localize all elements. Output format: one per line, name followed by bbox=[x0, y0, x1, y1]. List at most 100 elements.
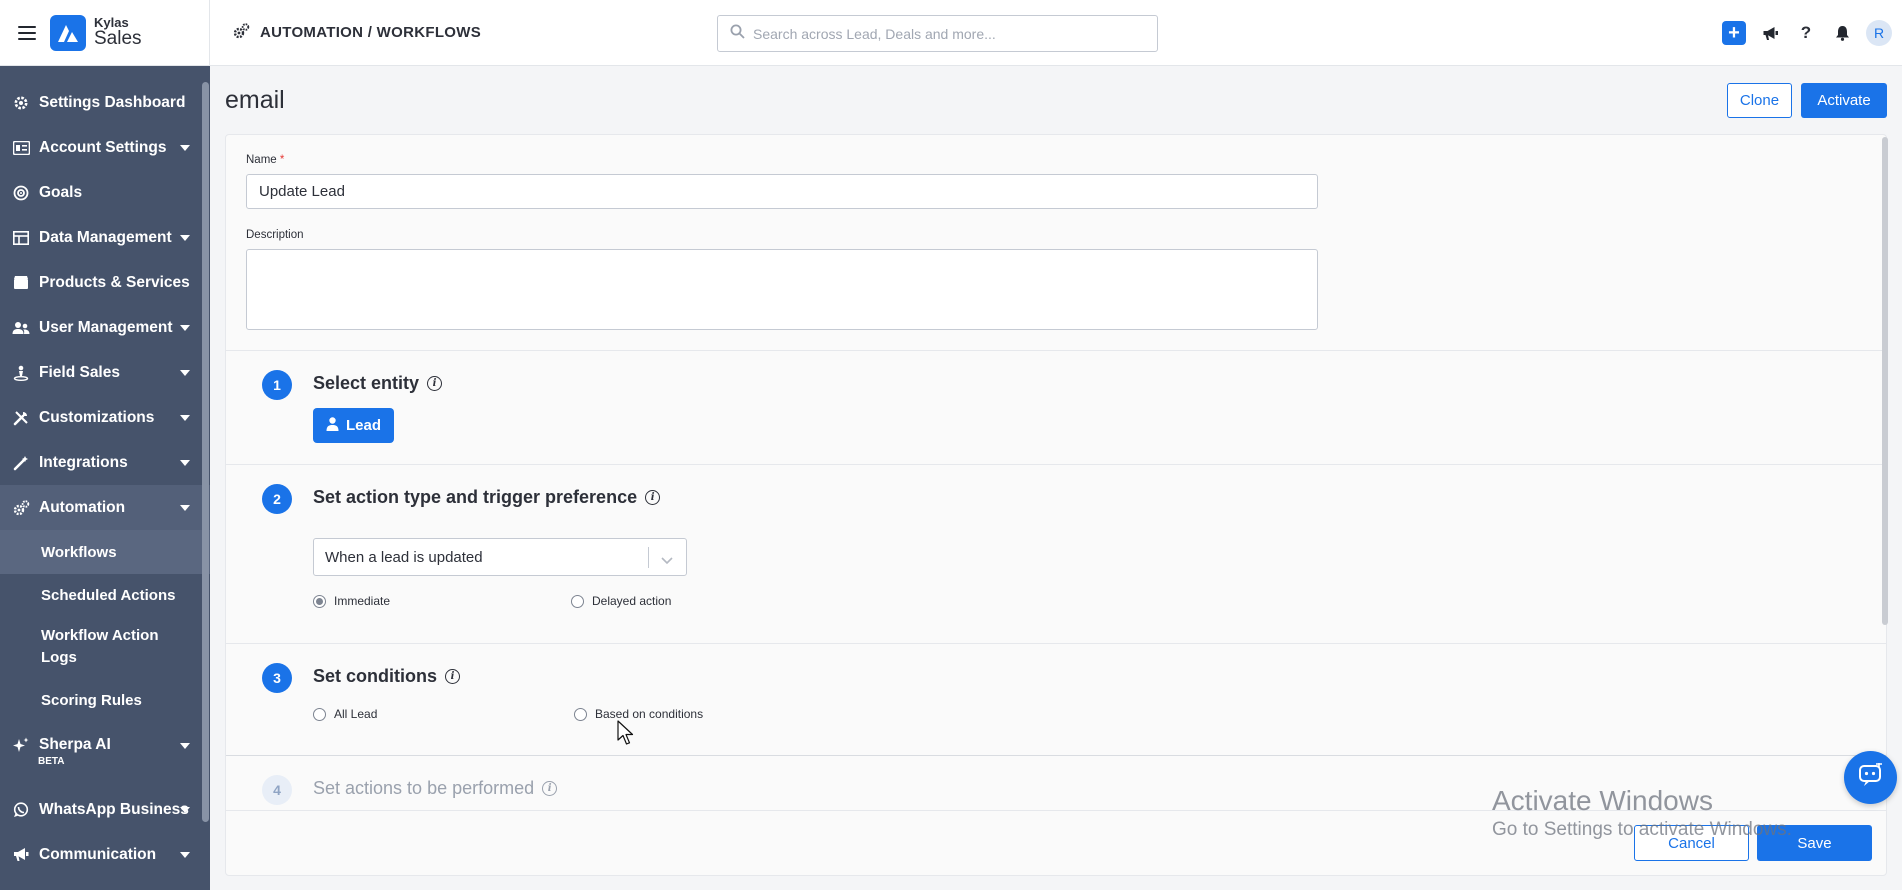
sidebar-item-settings-dashboard[interactable]: Settings Dashboard bbox=[0, 80, 210, 125]
required-mark: * bbox=[279, 154, 285, 166]
sidebar-item-communication[interactable]: Communication bbox=[0, 832, 210, 877]
global-search[interactable] bbox=[717, 15, 1158, 52]
step-3-number: 3 bbox=[262, 663, 292, 693]
section-divider bbox=[226, 810, 1886, 811]
tools-icon bbox=[12, 409, 30, 427]
sparkle-icon bbox=[12, 736, 30, 754]
sidebar-item-label: WhatsApp Business bbox=[39, 800, 189, 818]
sidebar-scrollbar[interactable] bbox=[202, 82, 209, 822]
sidebar-subitem-scoring-rules[interactable]: Scoring Rules bbox=[0, 678, 210, 722]
sidebar-item-field-sales[interactable]: Field Sales bbox=[0, 350, 210, 395]
location-icon bbox=[12, 364, 30, 382]
brand-header: Kylas Sales bbox=[0, 0, 210, 66]
info-icon[interactable]: i bbox=[542, 781, 558, 796]
sidebar-subitem-label: Workflow Action Logs bbox=[41, 627, 159, 666]
cancel-button[interactable]: Cancel bbox=[1634, 825, 1749, 861]
users-icon bbox=[12, 319, 30, 337]
radio-indicator bbox=[313, 594, 326, 608]
trigger-select[interactable]: When a lead is updated bbox=[313, 538, 687, 576]
table-icon bbox=[12, 229, 30, 247]
chat-support-button[interactable] bbox=[1844, 751, 1897, 804]
entity-lead-button[interactable]: Lead bbox=[313, 408, 394, 443]
immediate-radio[interactable]: Immediate bbox=[313, 594, 390, 608]
help-icon[interactable]: ? bbox=[1794, 21, 1818, 45]
activate-button[interactable]: Activate bbox=[1801, 83, 1887, 118]
step-4-number: 4 bbox=[262, 775, 292, 805]
breadcrumb: AUTOMATION / WORKFLOWS bbox=[233, 22, 482, 43]
avatar[interactable]: R bbox=[1866, 20, 1892, 46]
info-icon[interactable]: i bbox=[645, 490, 661, 505]
radio-indicator bbox=[574, 707, 587, 721]
sidebar-item-label: Field Sales bbox=[39, 363, 120, 381]
radio-indicator bbox=[571, 594, 584, 608]
step-4-title: Set actions to be performed i bbox=[313, 778, 558, 799]
sidebar-item-label: Account Settings bbox=[39, 138, 167, 156]
info-icon[interactable]: i bbox=[445, 669, 461, 684]
step-4-title-text: Set actions to be performed bbox=[313, 778, 535, 798]
save-button[interactable]: Save bbox=[1757, 825, 1872, 861]
kylas-logo[interactable] bbox=[50, 14, 86, 51]
name-field[interactable]: Update Lead bbox=[246, 174, 1318, 209]
based-on-conditions-radio[interactable]: Based on conditions bbox=[574, 707, 703, 721]
section-divider bbox=[226, 350, 1886, 351]
chevron-down-icon bbox=[661, 552, 673, 569]
chevron-down-icon bbox=[180, 806, 190, 813]
beta-badge: BETA bbox=[38, 756, 65, 767]
sidebar-item-user-management[interactable]: User Management bbox=[0, 305, 210, 350]
trigger-select-value: When a lead is updated bbox=[325, 548, 483, 566]
chevron-down-icon bbox=[180, 369, 190, 376]
account-icon bbox=[12, 139, 30, 157]
bell-icon[interactable] bbox=[1830, 21, 1854, 45]
add-plus-icon[interactable]: + bbox=[1722, 21, 1746, 45]
name-label: Name * bbox=[246, 154, 284, 166]
chevron-down-icon bbox=[180, 324, 190, 331]
top-icons: + ? R bbox=[1722, 0, 1902, 66]
sidebar-item-whatsapp-business[interactable]: WhatsApp Business bbox=[0, 787, 210, 832]
step-2-title-text: Set action type and trigger preference bbox=[313, 487, 638, 507]
clone-button[interactable]: Clone bbox=[1727, 83, 1792, 118]
entity-lead-label: Lead bbox=[345, 417, 381, 434]
sidebar-item-label: Data Management bbox=[39, 228, 172, 246]
chevron-down-icon bbox=[180, 743, 190, 749]
sidebar-item-label: Products & Services bbox=[39, 273, 190, 291]
sidebar-item-customizations[interactable]: Customizations bbox=[0, 395, 210, 440]
sidebar-item-sherpa-ai[interactable]: Sherpa AI BETA bbox=[0, 722, 210, 787]
sidebar-item-products-services[interactable]: Products & Services bbox=[0, 260, 210, 305]
gear-icon bbox=[12, 94, 30, 112]
content-scrollbar[interactable] bbox=[1882, 137, 1888, 625]
sidebar-item-goals[interactable]: Goals bbox=[0, 170, 210, 215]
info-icon[interactable]: i bbox=[427, 376, 443, 391]
name-field-value: Update Lead bbox=[259, 183, 345, 200]
gears-icon bbox=[12, 499, 30, 517]
megaphone-icon[interactable] bbox=[1758, 21, 1782, 45]
step-1-number: 1 bbox=[262, 370, 292, 400]
brand-small-text: Kylas bbox=[94, 14, 129, 30]
search-input[interactable] bbox=[753, 25, 1153, 42]
brand-name: Kylas Sales bbox=[94, 16, 142, 50]
all-lead-radio-label: All Lead bbox=[334, 707, 378, 721]
section-divider bbox=[226, 755, 1886, 756]
sidebar-item-label: Settings Dashboard bbox=[39, 93, 186, 111]
sidebar-item-account-settings[interactable]: Account Settings bbox=[0, 125, 210, 170]
sidebar-item-automation[interactable]: Automation bbox=[0, 485, 210, 530]
description-field[interactable] bbox=[246, 249, 1318, 330]
sidebar-item-label: Sherpa AI bbox=[39, 736, 111, 753]
whatsapp-icon bbox=[12, 801, 30, 819]
sidebar-subitem-scheduled-actions[interactable]: Scheduled Actions bbox=[0, 574, 210, 616]
sidebar-item-integrations[interactable]: Integrations bbox=[0, 440, 210, 485]
hamburger-menu-icon[interactable] bbox=[18, 25, 36, 40]
sidebar-item-label: Communication bbox=[39, 845, 157, 863]
breadcrumb-text: AUTOMATION / WORKFLOWS bbox=[260, 24, 482, 41]
search-icon bbox=[730, 24, 745, 44]
all-lead-radio[interactable]: All Lead bbox=[313, 707, 377, 721]
step-2-number: 2 bbox=[262, 484, 292, 514]
name-label-text: Name bbox=[246, 154, 277, 166]
select-separator bbox=[648, 547, 649, 568]
sidebar-item-label: Integrations bbox=[39, 453, 128, 471]
sidebar-item-data-management[interactable]: Data Management bbox=[0, 215, 210, 260]
sidebar-subitem-workflow-action-logs[interactable]: Workflow Action Logs bbox=[0, 616, 210, 678]
delayed-action-radio[interactable]: Delayed action bbox=[571, 594, 671, 608]
sidebar-subitem-workflows[interactable]: Workflows bbox=[0, 530, 210, 574]
mouse-pointer-icon bbox=[617, 720, 635, 751]
sidebar-item-label: Customizations bbox=[39, 408, 155, 426]
